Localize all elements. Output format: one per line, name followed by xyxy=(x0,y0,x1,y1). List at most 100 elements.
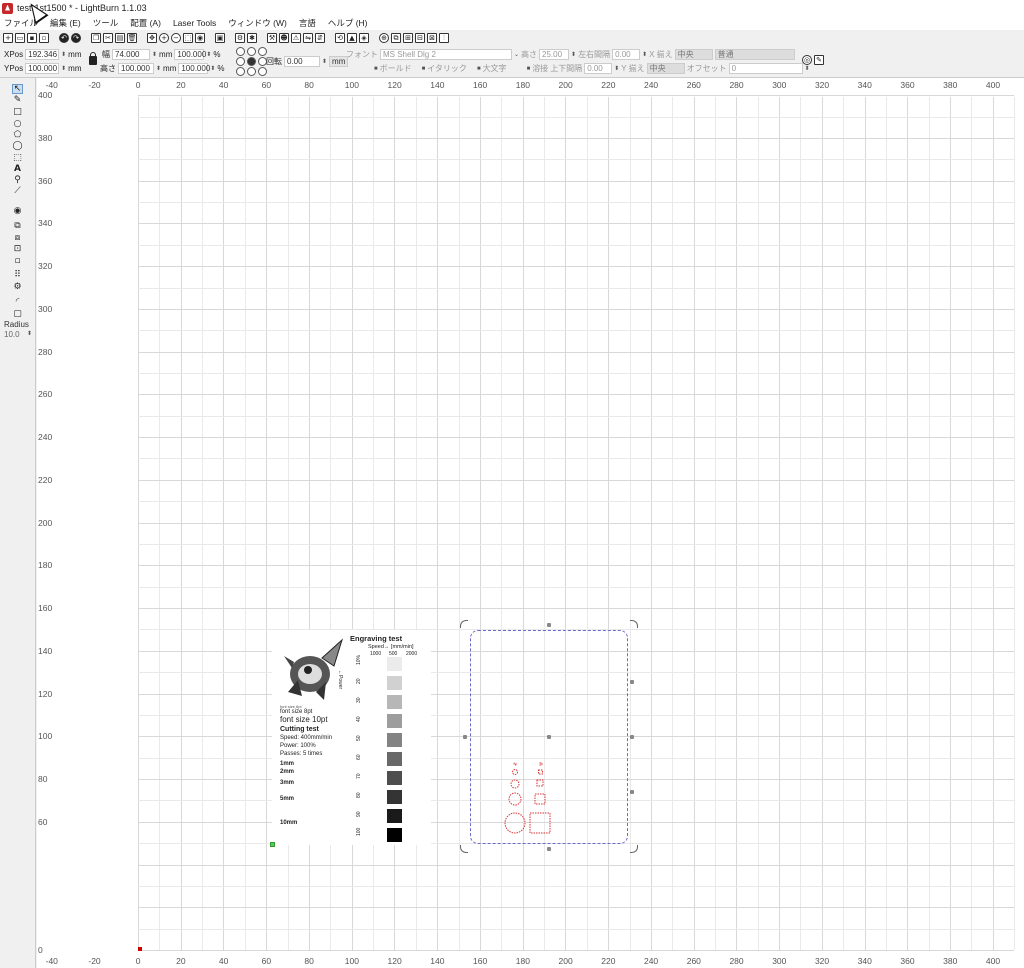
machine-settings-icon[interactable]: ⚒ xyxy=(267,33,277,43)
width-spinner[interactable]: ⬍ xyxy=(152,51,157,58)
xalign-select[interactable]: 中央 xyxy=(674,49,713,60)
rotate-input[interactable]: 0.00 xyxy=(284,56,320,67)
align-icon[interactable]: ▲ xyxy=(347,33,357,43)
radius-input[interactable]: 10.0 xyxy=(4,330,20,339)
cut-test-shapes[interactable] xyxy=(500,760,560,840)
font-style-select[interactable]: 普通 xyxy=(714,49,795,60)
tools-icon[interactable]: ✱ xyxy=(247,33,257,43)
scale-handle-left[interactable] xyxy=(463,735,467,739)
path-icon[interactable]: ◈ xyxy=(359,33,369,43)
offset-input[interactable]: 0 xyxy=(728,63,803,74)
hspace-input[interactable]: 0.00 xyxy=(612,49,641,60)
weld-tool-icon[interactable]: ⧈ xyxy=(12,233,23,243)
boolean-icon[interactable]: ⊟ xyxy=(415,33,425,43)
preview-icon[interactable]: ◎ xyxy=(802,55,812,65)
scale-handle-top[interactable] xyxy=(547,623,551,627)
center-handle[interactable] xyxy=(547,735,551,739)
variable-text-icon[interactable]: ✎ xyxy=(814,55,824,65)
ypos-input[interactable]: 100.000 xyxy=(25,63,60,74)
text-height-input[interactable]: 25.00 xyxy=(539,49,570,60)
fillet-tool-icon[interactable]: ◜ xyxy=(12,297,23,307)
xpos-input[interactable]: 192.346 xyxy=(25,49,60,60)
camera-icon[interactable]: ◉ xyxy=(195,33,205,43)
width-input[interactable]: 74.000 xyxy=(112,49,150,60)
menu-edit[interactable]: 編集 (E) xyxy=(50,17,81,29)
anchor-top-right[interactable] xyxy=(258,47,267,56)
height-input[interactable]: 100.000 xyxy=(118,63,154,74)
edit-nodes-icon[interactable]: ✎ xyxy=(12,95,23,105)
open-file-icon[interactable]: ▭ xyxy=(15,33,25,43)
anchor-top[interactable] xyxy=(247,47,256,56)
polygon-tool-icon[interactable]: ⬠ xyxy=(12,130,23,140)
anchor-bottom-left[interactable] xyxy=(236,67,245,76)
anchor-left[interactable] xyxy=(236,57,245,66)
position-laser-icon[interactable]: ⚲ xyxy=(12,175,23,185)
menu-laser-tools[interactable]: Laser Tools xyxy=(173,18,216,28)
menu-tools[interactable]: ツール xyxy=(93,17,119,29)
intersect-tool-icon[interactable]: ▫ xyxy=(12,256,23,266)
save-as-icon[interactable]: ▫ xyxy=(39,33,49,43)
mirror-icon[interactable]: ⇋ xyxy=(303,33,313,43)
paste-icon[interactable]: ▤ xyxy=(115,33,125,43)
yalign-select[interactable]: 中央 xyxy=(646,63,685,74)
skew-handle-right-top[interactable] xyxy=(630,680,634,684)
measure-tool-icon[interactable]: ⟋ xyxy=(12,186,23,196)
undo-icon[interactable]: ↶ xyxy=(59,33,69,43)
xpos-spinner[interactable]: ⬍ xyxy=(61,51,66,58)
save-icon[interactable]: ▪ xyxy=(27,33,37,43)
offset-tool-icon[interactable]: ◉ xyxy=(12,206,23,216)
tab-tool-icon[interactable]: ⧉ xyxy=(12,221,23,231)
circle-tool-icon[interactable]: ◯ xyxy=(12,141,23,151)
move-icon[interactable]: ✥ xyxy=(147,33,157,43)
font-select[interactable]: MS Shell Dlg 2 xyxy=(380,49,512,60)
skew-handle-right-bottom[interactable] xyxy=(630,790,634,794)
menu-arrange[interactable]: 配置 (A) xyxy=(130,17,161,29)
test-card-image[interactable]: font size 6pt font size 8pt font size 10… xyxy=(272,630,431,845)
italic-checkbox[interactable]: イタリック xyxy=(427,63,467,74)
scale-handle-bottom[interactable] xyxy=(547,847,551,851)
rotate-icon[interactable]: ⟲ xyxy=(335,33,345,43)
scale-handle-right[interactable] xyxy=(630,735,634,739)
lock-aspect-icon[interactable] xyxy=(89,52,97,65)
distribute-icon[interactable]: ⫶ xyxy=(439,33,449,43)
chamfer-tool-icon[interactable]: ▢ xyxy=(12,309,23,319)
zoom-out-icon[interactable]: − xyxy=(171,33,181,43)
group-icon[interactable]: ⧉ xyxy=(391,33,401,43)
warning-icon[interactable]: ⚠ xyxy=(291,33,301,43)
grid-array-icon[interactable]: ⠿ xyxy=(12,270,23,280)
rotate-handle-top-left[interactable] xyxy=(460,620,468,628)
zoom-in-icon[interactable]: + xyxy=(159,33,169,43)
weld-checkbox[interactable]: 溶接 xyxy=(532,63,548,74)
scale-y-input[interactable]: 100.000 xyxy=(178,63,210,74)
height-spinner[interactable]: ⬍ xyxy=(156,65,161,72)
vspace-input[interactable]: 0.00 xyxy=(584,63,613,74)
anchor-center[interactable] xyxy=(247,57,256,66)
scale-x-spinner[interactable]: ⬍ xyxy=(206,51,211,58)
user-icon[interactable]: ☻ xyxy=(279,33,289,43)
ypos-spinner[interactable]: ⬍ xyxy=(61,65,66,72)
menu-help[interactable]: ヘルプ (H) xyxy=(328,17,368,29)
menu-window[interactable]: ウィンドウ (W) xyxy=(228,17,287,29)
rotate-spinner[interactable]: ⬍ xyxy=(322,58,327,65)
scale-x-input[interactable]: 100.000 xyxy=(174,49,206,60)
array-icon[interactable]: ⊠ xyxy=(427,33,437,43)
polyline-tool-icon[interactable]: ⬚ xyxy=(12,153,23,163)
cut-icon[interactable]: ✂ xyxy=(103,33,113,43)
uppercase-checkbox[interactable]: 大文字 xyxy=(483,63,507,74)
settings-icon[interactable]: ⚙ xyxy=(235,33,245,43)
new-file-icon[interactable]: + xyxy=(3,33,13,43)
monitor-icon[interactable]: ▣ xyxy=(215,33,225,43)
anchor-bottom-right[interactable] xyxy=(258,67,267,76)
rectangle-tool-icon[interactable]: □ xyxy=(12,107,23,117)
ellipse-tool-icon[interactable]: ○ xyxy=(12,119,23,129)
union-tool-icon[interactable]: ⊡ xyxy=(12,244,23,254)
select-tool-icon[interactable]: ↖ xyxy=(12,84,23,94)
bold-checkbox[interactable]: ボールド xyxy=(380,63,412,74)
menu-language[interactable]: 言語 xyxy=(299,17,316,29)
radius-spinner[interactable]: ⬍ xyxy=(27,330,32,337)
target-icon[interactable]: ⊕ xyxy=(379,33,389,43)
anchor-right[interactable] xyxy=(258,57,267,66)
circular-array-icon[interactable]: ⚙ xyxy=(12,282,23,292)
copy-icon[interactable]: ❐ xyxy=(91,33,101,43)
text-tool-icon[interactable]: A xyxy=(12,164,23,174)
